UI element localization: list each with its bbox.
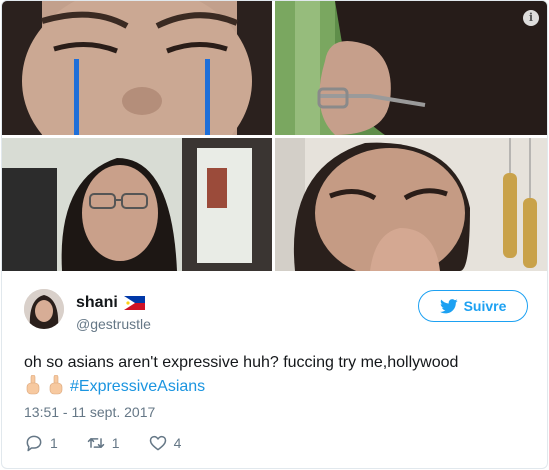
twitter-bird-icon (439, 298, 458, 313)
retweet-button[interactable]: 1 (86, 433, 120, 453)
heart-icon (149, 435, 166, 451)
philippines-flag-icon (123, 296, 145, 310)
reply-count: 1 (50, 435, 58, 451)
tweet-header: shani @gestrustle Suivre (24, 289, 534, 337)
middle-finger-icon (49, 375, 63, 395)
tweet-text-line-2: #ExpressiveAsians (24, 375, 524, 399)
photo-car-selfie[interactable] (2, 138, 272, 271)
like-button[interactable]: 4 (148, 433, 182, 453)
hashtag-link[interactable]: #ExpressiveAsians (70, 378, 205, 395)
tweet-card: i shani @gestrustle Suivre oh so asians … (1, 0, 548, 469)
middle-finger-icon (26, 375, 40, 395)
avatar[interactable] (24, 289, 64, 329)
photo-grid: i (2, 1, 547, 271)
photo-crying-face[interactable] (2, 1, 272, 135)
reply-button[interactable]: 1 (24, 433, 58, 453)
author-name-row: shani (76, 294, 145, 312)
follow-label: Suivre (463, 298, 507, 314)
like-count: 4 (173, 435, 182, 451)
follow-button[interactable]: Suivre (418, 290, 528, 322)
photo-side-profile[interactable]: i (275, 1, 547, 135)
retweet-count: 1 (111, 435, 120, 451)
tweet-text-line: oh so asians aren't expressive huh? fucc… (24, 354, 459, 371)
author-name[interactable]: shani (76, 294, 118, 312)
tweet-actions: 1 1 4 (24, 433, 209, 453)
photo-crying-hand[interactable] (275, 138, 547, 271)
author-handle[interactable]: @gestrustle (76, 316, 151, 332)
info-icon[interactable]: i (523, 10, 539, 26)
tweet-text: oh so asians aren't expressive huh? fucc… (24, 351, 524, 399)
retweet-icon (87, 438, 105, 448)
tweet-timestamp[interactable]: 13:51 - 11 sept. 2017 (24, 404, 155, 420)
reply-icon (26, 435, 42, 452)
